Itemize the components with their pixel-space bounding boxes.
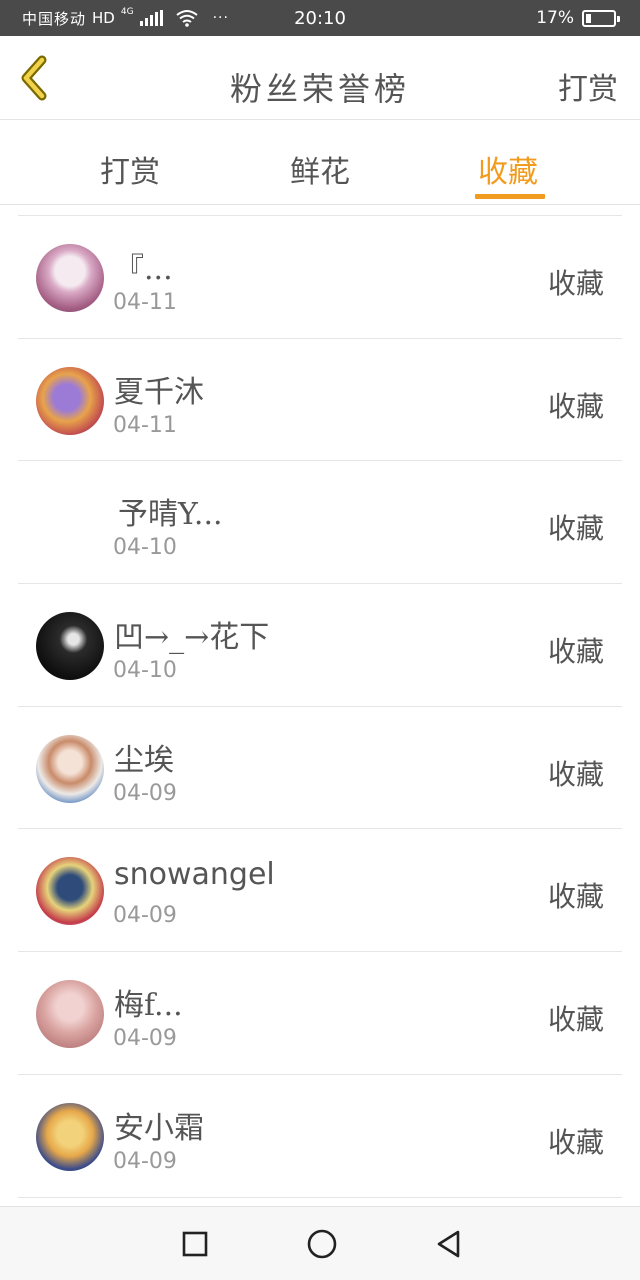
avatar[interactable] <box>36 366 104 435</box>
action-label: 收藏 <box>547 1003 604 1037</box>
user-name: 梅f... <box>114 988 183 1024</box>
reward-button[interactable]: 打赏 <box>558 64 618 108</box>
user-name: 予晴Y... <box>118 497 223 533</box>
avatar[interactable] <box>36 857 104 926</box>
fan-list: 『... 04-11 收藏 夏千沐 04-11 收藏 予晴Y... 04-10 … <box>18 215 622 1198</box>
action-label: 收藏 <box>547 1125 604 1159</box>
tab-bar: 打赏 鲜花 收藏 <box>0 121 640 205</box>
avatar[interactable] <box>36 1102 104 1171</box>
recent-apps-icon[interactable] <box>178 1227 212 1261</box>
action-label: 收藏 <box>547 267 604 300</box>
user-name: 尘埃 <box>114 742 174 778</box>
action-label: 收藏 <box>547 880 604 914</box>
active-tab-indicator <box>475 194 545 199</box>
title-bar: 粉丝荣誉榜 打赏 <box>0 36 640 120</box>
list-item[interactable]: 夏千沐 04-11 收藏 <box>18 339 622 462</box>
action-label: 收藏 <box>547 757 604 791</box>
status-right: 17% <box>536 0 620 36</box>
date: 04-09 <box>113 1148 177 1174</box>
date: 04-09 <box>113 1026 177 1052</box>
user-name: snowangel <box>114 857 275 893</box>
date: 04-10 <box>113 658 177 684</box>
action-label: 收藏 <box>547 512 604 546</box>
action-label: 收藏 <box>547 635 604 669</box>
list-item[interactable]: 『... 04-11 收藏 <box>18 216 622 339</box>
date: 04-11 <box>113 290 177 315</box>
list-item[interactable]: 安小霜 04-09 收藏 <box>18 1075 622 1198</box>
battery-icon <box>582 9 620 27</box>
home-icon[interactable] <box>305 1227 339 1261</box>
tab-favorites[interactable]: 收藏 <box>478 147 538 191</box>
back-icon[interactable] <box>432 1227 466 1261</box>
user-name: 安小霜 <box>114 1110 204 1146</box>
tab-reward[interactable]: 打赏 <box>100 147 160 191</box>
avatar[interactable] <box>36 734 104 803</box>
date: 04-10 <box>113 535 177 561</box>
user-name: 夏千沐 <box>114 374 204 410</box>
user-name: 『... <box>114 252 173 287</box>
list-item[interactable]: 尘埃 04-09 收藏 <box>18 707 622 830</box>
list-item[interactable]: snowangel 04-09 收藏 <box>18 829 622 953</box>
page-title: 粉丝荣誉榜 <box>229 70 410 108</box>
date: 04-09 <box>113 780 177 806</box>
battery-percent: 17% <box>536 8 574 28</box>
date: 04-09 <box>113 903 177 929</box>
status-bar: 中国移动 HD 4G ··· 20:10 17% <box>0 0 640 36</box>
avatar[interactable] <box>36 980 104 1049</box>
list-item[interactable]: 予晴Y... 04-10 收藏 <box>18 461 622 585</box>
avatar[interactable] <box>36 244 104 312</box>
avatar[interactable] <box>36 612 104 681</box>
date: 04-11 <box>113 412 177 438</box>
system-nav-bar <box>0 1206 640 1280</box>
user-name: 凹→_→花下 <box>114 620 270 656</box>
action-label: 收藏 <box>547 389 604 423</box>
list-item[interactable]: 梅f... 04-09 收藏 <box>18 952 622 1075</box>
list-item[interactable]: 凹→_→花下 04-10 收藏 <box>18 584 622 707</box>
tab-flowers[interactable]: 鲜花 <box>290 147 350 191</box>
